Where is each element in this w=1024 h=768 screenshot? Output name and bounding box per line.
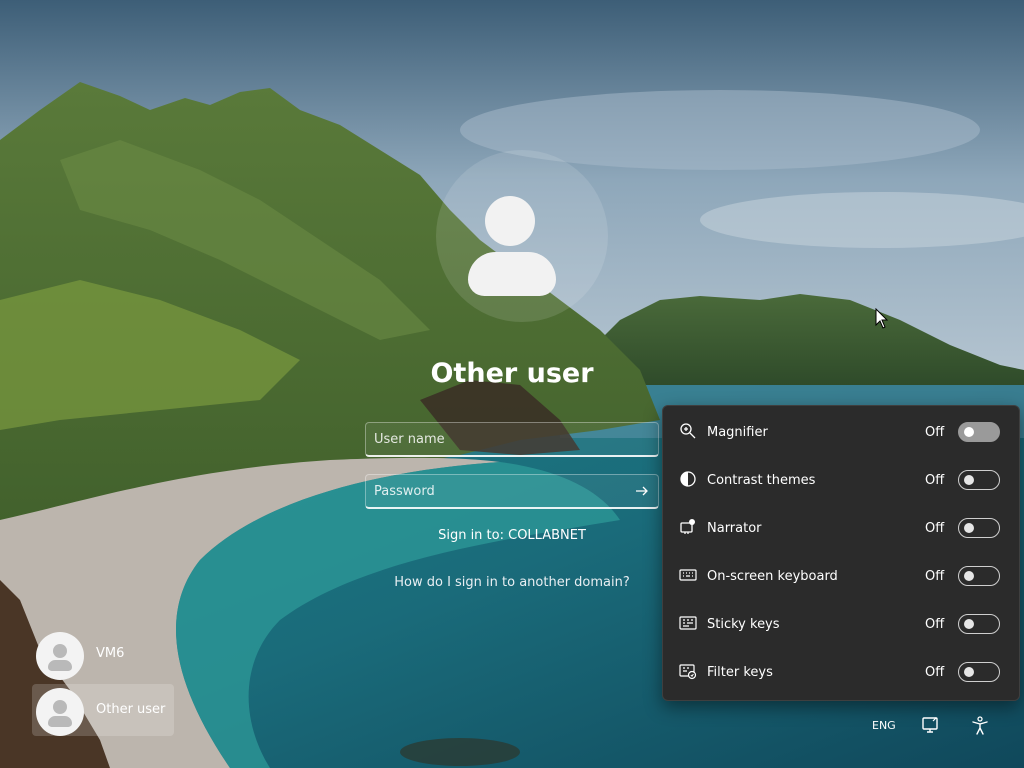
avatar: [36, 688, 84, 736]
a11y-state: Off: [925, 665, 945, 680]
accessibility-icon[interactable]: [969, 715, 991, 737]
a11y-label: Narrator: [707, 521, 762, 536]
password-input[interactable]: [366, 475, 658, 507]
accessibility-flyout: Magnifier Off Contrast themes Off Narrat…: [662, 405, 1020, 701]
username-input[interactable]: [366, 423, 658, 455]
a11y-label: On-screen keyboard: [707, 569, 838, 584]
contrast-themes-toggle[interactable]: [958, 470, 1000, 490]
username-field[interactable]: [365, 422, 659, 457]
filter-keys-toggle[interactable]: [958, 662, 1000, 682]
a11y-row-filter-keys[interactable]: Filter keys Off: [663, 648, 1019, 696]
a11y-label: Sticky keys: [707, 617, 780, 632]
a11y-state: Off: [925, 425, 945, 440]
user-list-item-vm6[interactable]: VM6: [32, 628, 174, 680]
avatar: [36, 632, 84, 680]
contrast-icon: [680, 471, 696, 487]
sticky-keys-icon: [679, 616, 697, 630]
selected-user-name: Other user: [430, 358, 594, 389]
submit-arrow-icon[interactable]: [634, 483, 650, 499]
a11y-label: Magnifier: [707, 425, 768, 440]
a11y-label: Filter keys: [707, 665, 773, 680]
user-list-item-label: VM6: [96, 646, 125, 661]
network-icon[interactable]: [920, 715, 942, 737]
a11y-state: Off: [925, 473, 945, 488]
a11y-label: Contrast themes: [707, 473, 816, 488]
avatar-torso-shape: [468, 252, 556, 296]
user-list-item-label: Other user: [96, 702, 166, 717]
a11y-state: Off: [925, 617, 945, 632]
sticky-keys-toggle[interactable]: [958, 614, 1000, 634]
a11y-row-on-screen-keyboard[interactable]: On-screen keyboard Off: [663, 552, 1019, 600]
magnifier-icon: [680, 423, 696, 439]
a11y-row-sticky-keys[interactable]: Sticky keys Off: [663, 600, 1019, 648]
a11y-row-magnifier[interactable]: Magnifier Off: [663, 408, 1019, 456]
password-field[interactable]: [365, 474, 659, 509]
user-list-item-other-user[interactable]: Other user: [32, 684, 174, 736]
mouse-cursor-icon: [875, 308, 889, 329]
magnifier-toggle[interactable]: [958, 422, 1000, 442]
a11y-row-narrator[interactable]: Narrator Off: [663, 504, 1019, 552]
a11y-row-contrast-themes[interactable]: Contrast themes Off: [663, 456, 1019, 504]
narrator-icon: [680, 519, 695, 534]
on-screen-keyboard-toggle[interactable]: [958, 566, 1000, 586]
avatar-head-shape: [485, 196, 535, 246]
keyboard-icon: [679, 569, 697, 581]
narrator-toggle[interactable]: [958, 518, 1000, 538]
a11y-state: Off: [925, 569, 945, 584]
user-avatar-large: [436, 150, 608, 322]
a11y-state: Off: [925, 521, 945, 536]
filter-keys-icon: [679, 664, 697, 680]
language-indicator[interactable]: ENG: [872, 719, 896, 732]
